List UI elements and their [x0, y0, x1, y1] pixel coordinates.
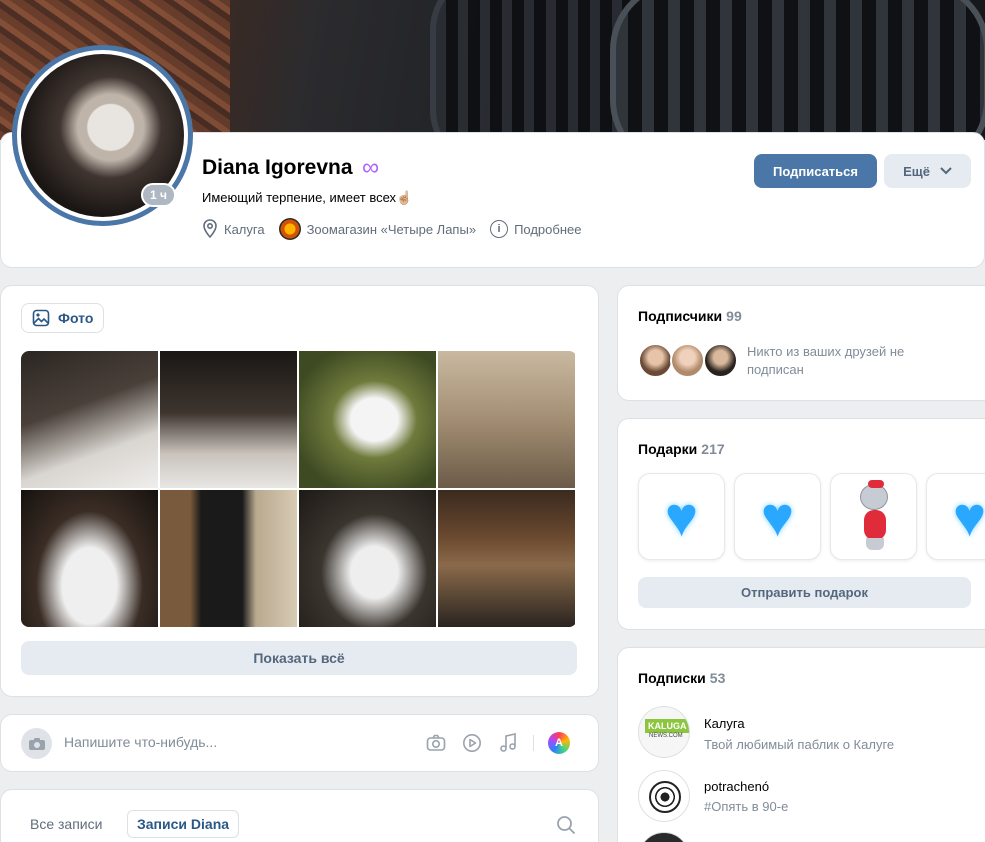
eye-logo-icon: [649, 781, 681, 813]
cover-car-grille-2: [610, 0, 985, 140]
followers-count: 99: [726, 308, 742, 324]
composer-tools: A: [425, 732, 570, 754]
follower-avatar[interactable]: [638, 343, 673, 378]
music-icon[interactable]: [497, 732, 519, 754]
gifts-title-label: Подарки: [638, 441, 698, 457]
subscription-avatar-kaluga[interactable]: KALUGA NEWS.COM: [638, 706, 690, 758]
location-pin-icon: [203, 219, 217, 239]
follower-avatar[interactable]: [670, 343, 705, 378]
subscription-name[interactable]: potrachenó: [704, 779, 769, 794]
gift-item[interactable]: ♥: [926, 473, 985, 560]
subscription-avatar-potracheno[interactable]: [638, 770, 690, 822]
kaluga-logo: KALUGA: [645, 719, 689, 733]
gift-item[interactable]: ♥: [734, 473, 821, 560]
more-button-label: Ещё: [903, 163, 930, 179]
subscription-desc: Твой любимый паблик о Калуге: [704, 737, 895, 752]
photo-thumb[interactable]: [438, 351, 575, 488]
tab-all-posts[interactable]: Все записи: [21, 810, 111, 838]
photo-thumb[interactable]: [299, 490, 436, 627]
tab-photos[interactable]: Фото: [21, 303, 105, 333]
infinity-emoji-icon: ∞: [362, 154, 380, 181]
gifts-count: 217: [701, 441, 725, 457]
image-icon: [32, 309, 50, 327]
subscriptions-title-label: Подписки: [638, 670, 706, 686]
gift-item[interactable]: ♥: [638, 473, 725, 560]
camera-placeholder-icon: [28, 737, 45, 750]
camera-icon[interactable]: [425, 732, 447, 754]
cat-gift-icon: [856, 479, 892, 550]
photo-thumb[interactable]: [21, 490, 158, 627]
work-item[interactable]: Зоомагазин «Четыре Лапы»: [278, 218, 477, 240]
tab-owner-posts[interactable]: Записи Diana: [127, 810, 240, 838]
followers-title[interactable]: Подписчики 99: [638, 308, 742, 324]
gifts-title[interactable]: Подарки 217: [638, 441, 725, 457]
more-info-label: Подробнее: [514, 221, 582, 237]
composer-avatar: [21, 728, 52, 759]
subscriptions-title[interactable]: Подписки 53: [638, 670, 725, 686]
city-item[interactable]: Калуга: [202, 219, 265, 239]
photo-thumb[interactable]: [160, 490, 297, 627]
photo-grid: [21, 351, 577, 627]
profile-avatar[interactable]: 1 ч: [12, 45, 193, 226]
photo-thumb[interactable]: [160, 351, 297, 488]
kaluga-logo-sub: NEWS.COM: [649, 733, 683, 739]
photo-thumb[interactable]: [438, 490, 575, 627]
blue-heart-icon: ♥: [664, 484, 699, 548]
blue-heart-icon: ♥: [760, 484, 795, 548]
send-gift-button[interactable]: Отправить подарок: [638, 577, 971, 608]
follower-avatar[interactable]: [703, 343, 738, 378]
info-icon: i: [490, 220, 509, 238]
profile-status: Имеющий терпение, имеет всех☝🏼: [202, 190, 413, 205]
profile-name: Diana Igorevna: [202, 156, 353, 179]
search-icon[interactable]: [556, 815, 576, 835]
ai-assistant-icon[interactable]: A: [548, 732, 570, 754]
online-badge: 1 ч: [141, 183, 176, 207]
post-input[interactable]: Напишите что-нибудь...: [64, 734, 217, 750]
blue-heart-icon: ♥: [952, 484, 985, 548]
chevron-down-icon: [940, 167, 952, 175]
subscription-desc: #Опять в 90-е: [704, 799, 789, 814]
photo-thumb[interactable]: [299, 351, 436, 488]
tab-photos-label: Фото: [58, 310, 94, 326]
more-button[interactable]: Ещё: [884, 154, 971, 188]
subscriptions-count: 53: [709, 670, 726, 686]
followers-note: Никто из ваших друзей не подписан: [747, 344, 905, 377]
profile-meta: Калуга Зоомагазин «Четыре Лапы» i Подроб…: [202, 218, 581, 240]
subscribe-button[interactable]: Подписаться: [754, 154, 877, 188]
city-label: Калуга: [224, 221, 265, 237]
gift-item[interactable]: [830, 473, 917, 560]
work-label: Зоомагазин «Четыре Лапы»: [306, 221, 477, 237]
subscription-name[interactable]: Калуга: [704, 716, 745, 731]
video-icon[interactable]: [461, 732, 483, 754]
more-info-item[interactable]: i Подробнее: [490, 220, 581, 238]
followers-title-label: Подписчики: [638, 308, 723, 324]
show-all-photos-button[interactable]: Показать всё: [21, 641, 577, 675]
composer-divider: [533, 735, 534, 751]
photo-thumb[interactable]: [21, 351, 158, 488]
shop-logo-icon: [278, 218, 301, 240]
